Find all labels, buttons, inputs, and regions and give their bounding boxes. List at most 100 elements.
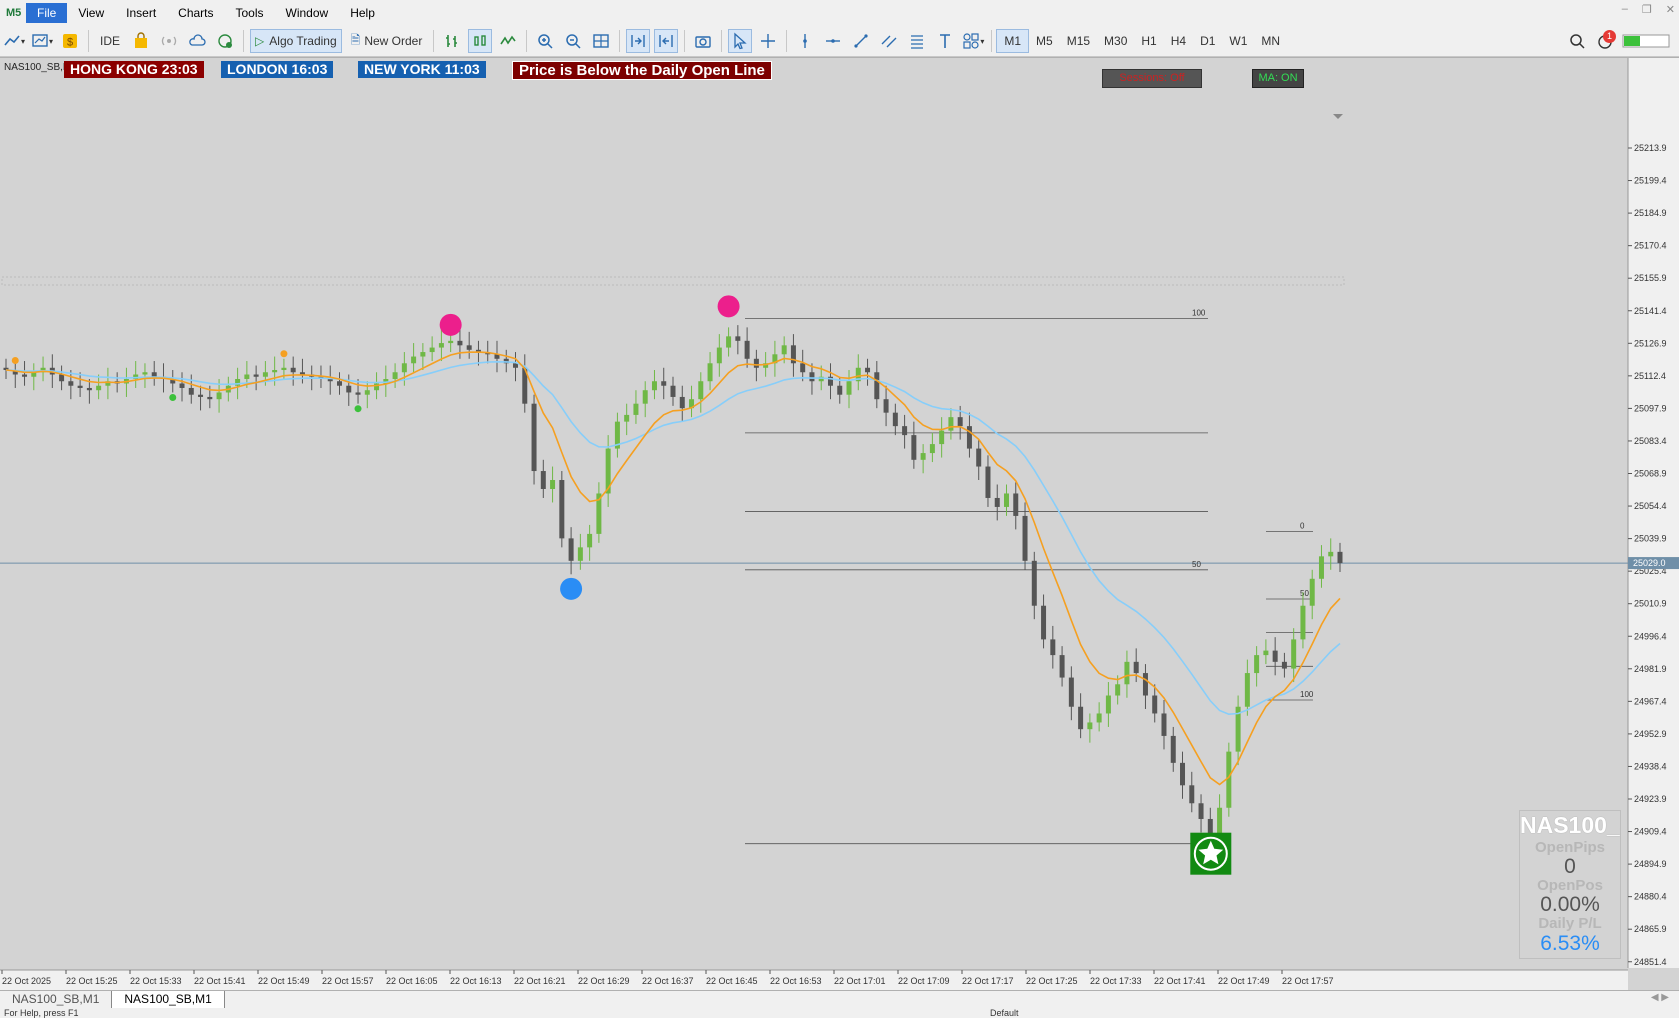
timeframe-d1[interactable]: D1	[1193, 30, 1222, 52]
menu-insert[interactable]: Insert	[115, 3, 167, 23]
minimize-icon[interactable]: –	[1622, 3, 1628, 16]
y-tick-label: 24894.9	[1634, 859, 1667, 869]
screenshot-button[interactable]	[691, 29, 715, 53]
y-tick-label: 25097.9	[1634, 403, 1667, 413]
crosshair-icon	[761, 34, 776, 48]
candle-body	[735, 336, 741, 341]
candle-body	[22, 374, 28, 377]
trendline-button[interactable]	[849, 29, 873, 53]
timeframe-mn[interactable]: MN	[1254, 30, 1287, 52]
zoom-in-icon	[538, 34, 553, 49]
toolbar-separator	[786, 30, 788, 52]
tab-scroll-arrows[interactable]: ◀ ▶	[1651, 992, 1669, 1003]
y-tick-label: 24996.4	[1634, 631, 1667, 641]
menu-window[interactable]: Window	[275, 3, 340, 23]
x-tick-label: 22 Oct 2025	[2, 976, 51, 986]
search-button[interactable]	[1565, 29, 1589, 53]
candle-body	[188, 387, 194, 395]
y-tick-label: 24865.9	[1634, 924, 1667, 934]
crosshair-button[interactable]	[756, 29, 780, 53]
new-chart-button[interactable]: ▾	[2, 29, 26, 53]
sessions-toggle-button[interactable]: Sessions: Off	[1102, 69, 1202, 88]
new-order-label: New Order	[364, 34, 423, 48]
network-button[interactable]	[213, 29, 237, 53]
candle-body	[716, 347, 722, 364]
fibonacci-button[interactable]	[905, 29, 929, 53]
close-icon[interactable]: ✕	[1666, 3, 1675, 16]
candle-body	[1272, 650, 1278, 662]
market-button[interactable]: $	[58, 29, 82, 53]
signal-level-button[interactable]	[1621, 29, 1671, 53]
bar-chart-button[interactable]	[440, 29, 464, 53]
signals-button[interactable]	[157, 29, 181, 53]
y-tick-label: 24952.9	[1634, 729, 1667, 739]
previous-high-zone	[1, 276, 1345, 286]
timeframe-h1[interactable]: H1	[1134, 30, 1163, 52]
vps-button[interactable]	[129, 29, 153, 53]
candle-body	[244, 374, 250, 379]
menu-charts[interactable]: Charts	[167, 3, 224, 23]
chart-window[interactable]: 25213.9 25199.4 25184.9 25170.4 25155.9 25141…	[0, 57, 1679, 991]
chart-tab[interactable]: NAS100_SB,M1	[0, 991, 111, 1008]
y-tick-label: 25141.4	[1634, 306, 1667, 316]
cloud-button[interactable]	[185, 29, 209, 53]
sell-signal-marker	[439, 313, 462, 336]
restore-icon[interactable]: ❐	[1642, 3, 1652, 16]
price-chart[interactable]: 25213.9 25199.4 25184.9 25170.4 25155.9 25141…	[0, 58, 1679, 991]
candlestick-button[interactable]	[468, 29, 493, 53]
timeframe-m1[interactable]: M1	[996, 29, 1030, 53]
candle-body	[929, 444, 935, 454]
x-tick-label: 22 Oct 17:01	[834, 976, 886, 986]
new-order-button[interactable]: 🗎 New Order	[346, 29, 428, 53]
toolbar: ▾ ▾ $ IDE ▷ Algo Trading 🗎 New Order ▾ M1 …	[0, 26, 1679, 57]
candle-body	[1004, 493, 1009, 507]
zoom-in-button[interactable]	[533, 29, 557, 53]
open-pos-value: 0.00%	[1540, 893, 1600, 916]
channel-button[interactable]	[877, 29, 901, 53]
candle-body	[1142, 673, 1148, 696]
candle-body	[781, 345, 787, 355]
menu-file[interactable]: File	[26, 3, 68, 23]
line-chart-icon	[4, 35, 20, 46]
timeframe-m5[interactable]: M5	[1029, 30, 1060, 52]
menu-tools[interactable]: Tools	[225, 3, 275, 23]
candle-body	[661, 381, 667, 386]
fractal-dot	[280, 350, 288, 358]
candle-body	[1013, 493, 1019, 516]
london-session-banner: LONDON 16:03	[221, 61, 334, 78]
autoscroll-button[interactable]	[626, 29, 651, 53]
x-tick-label: 22 Oct 17:57	[1282, 976, 1334, 986]
tile-windows-button[interactable]	[589, 29, 613, 53]
fractal-dot	[169, 393, 177, 401]
ide-button[interactable]: IDE	[95, 29, 125, 53]
menu-help[interactable]: Help	[339, 3, 386, 23]
candle-body	[1078, 706, 1084, 730]
chart-templates-button[interactable]: ▾	[30, 29, 54, 53]
chart-tab-active[interactable]: NAS100_SB,M1	[111, 991, 225, 1009]
vertical-line-button[interactable]	[793, 29, 817, 53]
timeframe-w1[interactable]: W1	[1222, 30, 1254, 52]
candle-body	[1189, 785, 1195, 804]
text-icon	[940, 34, 951, 48]
line-chart-button[interactable]	[496, 29, 520, 53]
timeframe-m15[interactable]: M15	[1060, 30, 1097, 52]
algo-trading-button[interactable]: ▷ Algo Trading	[250, 29, 342, 53]
notifications-button[interactable]: 1	[1593, 29, 1617, 53]
ma-toggle-button[interactable]: MA: ON	[1252, 69, 1304, 88]
menu-view[interactable]: View	[67, 3, 115, 23]
candle-body	[624, 414, 630, 422]
chart-shift-button[interactable]	[654, 29, 679, 53]
shapes-button[interactable]: ▾	[961, 29, 985, 53]
timeframe-m30[interactable]: M30	[1097, 30, 1134, 52]
cursor-tool-button[interactable]	[728, 29, 753, 53]
text-button[interactable]	[933, 29, 957, 53]
candle-body	[429, 347, 435, 353]
horizontal-line-button[interactable]	[821, 29, 845, 53]
timeframe-h4[interactable]: H4	[1164, 30, 1193, 52]
zoom-out-button[interactable]	[561, 29, 585, 53]
fibonacci-icon	[911, 35, 924, 49]
candle-body	[1198, 803, 1204, 819]
candle-body	[1281, 661, 1287, 669]
x-tick-label: 22 Oct 17:49	[1218, 976, 1270, 986]
dollar-icon: $	[63, 34, 78, 49]
